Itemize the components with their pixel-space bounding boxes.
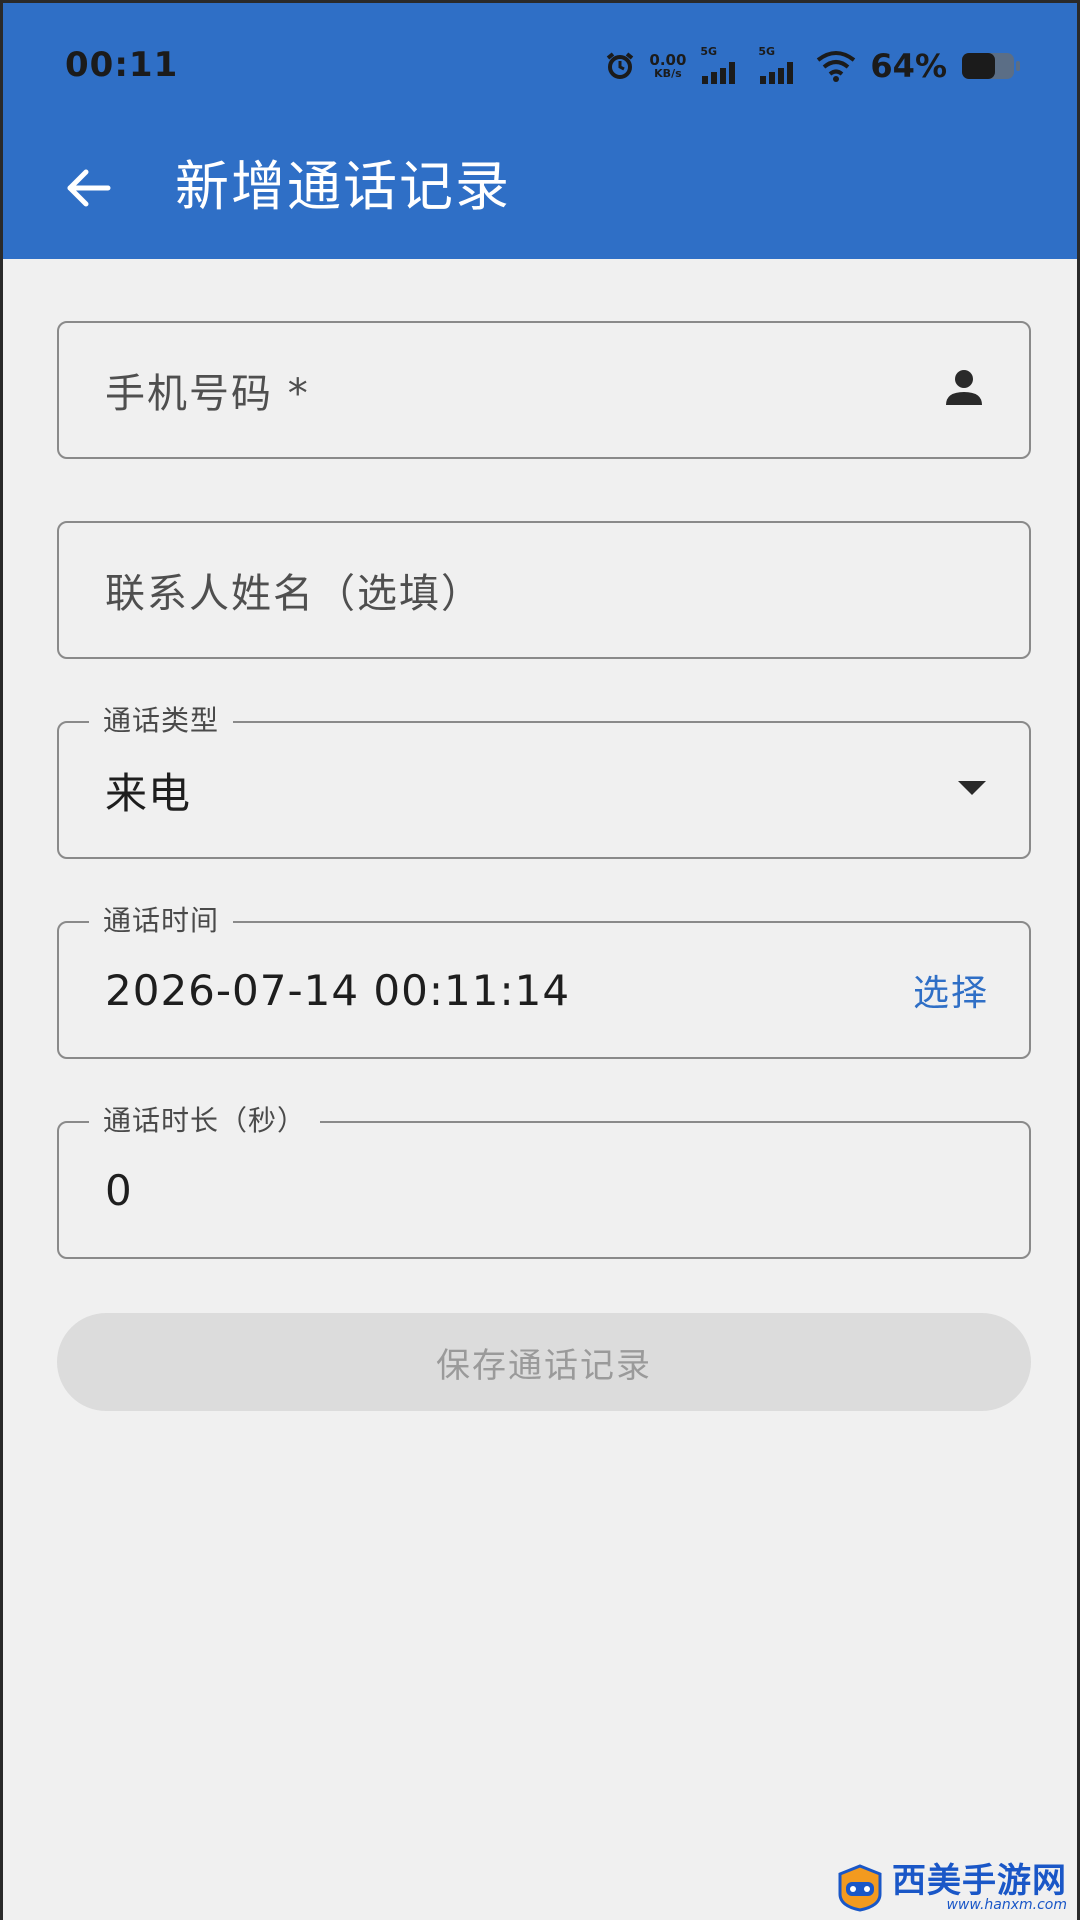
person-icon (939, 363, 989, 417)
battery-percent: 64% (870, 47, 947, 85)
call-type-select[interactable]: 通话类型 来电 (57, 703, 1031, 859)
dropdown-arrow-icon (955, 778, 989, 802)
call-time-pick: 选择 (913, 923, 989, 1057)
contact-name-placeholder: 联系人姓名（选填） (105, 571, 483, 617)
phone-field[interactable]: 手机号码 * (57, 321, 1031, 459)
app-bar: 新增通话记录 (3, 123, 1077, 259)
contact-name-field[interactable]: 联系人姓名（选填） (57, 521, 1031, 659)
sim2-tag: 5G (758, 45, 776, 58)
call-type-dropdown[interactable] (955, 723, 989, 857)
screen: 00:11 0.00 KB/s 5G 5G 64% 新增通话记录 手机号码 * … (0, 0, 1080, 1920)
watermark-text: 西美手游网 www.hanxm.com (892, 1864, 1067, 1912)
call-duration-field[interactable]: 通话时长（秒） 0 (57, 1103, 1031, 1259)
watermark: 西美手游网 www.hanxm.com (836, 1864, 1067, 1912)
alarm-icon (605, 51, 635, 81)
battery-icon (961, 51, 1021, 81)
page-title: 新增通话记录 (175, 155, 511, 218)
sim2-signal-icon: 5G (758, 46, 802, 86)
status-bar: 00:11 0.00 KB/s 5G 5G 64% (3, 3, 1077, 123)
select-time-button[interactable]: 选择 (913, 964, 989, 1016)
contact-picker-button[interactable] (939, 323, 989, 457)
save-button[interactable]: 保存通话记录 (57, 1313, 1031, 1411)
sim1-tag: 5G (700, 45, 718, 58)
phone-placeholder: 手机号码 * (105, 371, 310, 417)
watermark-title: 西美手游网 (892, 1861, 1067, 1901)
wifi-icon (816, 50, 856, 82)
watermark-url: www.hanxm.com (946, 1897, 1067, 1913)
back-button[interactable] (53, 155, 123, 225)
status-icons: 0.00 KB/s 5G 5G 64% (605, 43, 1021, 89)
net-speed-unit: KB/s (654, 67, 682, 80)
call-type-value: 来电 (105, 768, 192, 818)
call-duration-value: 0 (105, 1165, 133, 1215)
call-time-field[interactable]: 通话时间 2026-07-14 00:11:14 选择 (57, 903, 1031, 1059)
net-speed: 0.00 KB/s (649, 51, 687, 80)
arrow-back-icon (62, 162, 114, 218)
header: 00:11 0.00 KB/s 5G 5G 64% 新增通话记录 (3, 3, 1077, 259)
status-time: 00:11 (65, 45, 179, 85)
call-time-value: 2026-07-14 00:11:14 (105, 965, 571, 1015)
net-speed-value: 0.00 (649, 51, 687, 69)
sim1-signal-icon: 5G (700, 46, 744, 86)
gamepad-logo-icon (836, 1864, 884, 1912)
